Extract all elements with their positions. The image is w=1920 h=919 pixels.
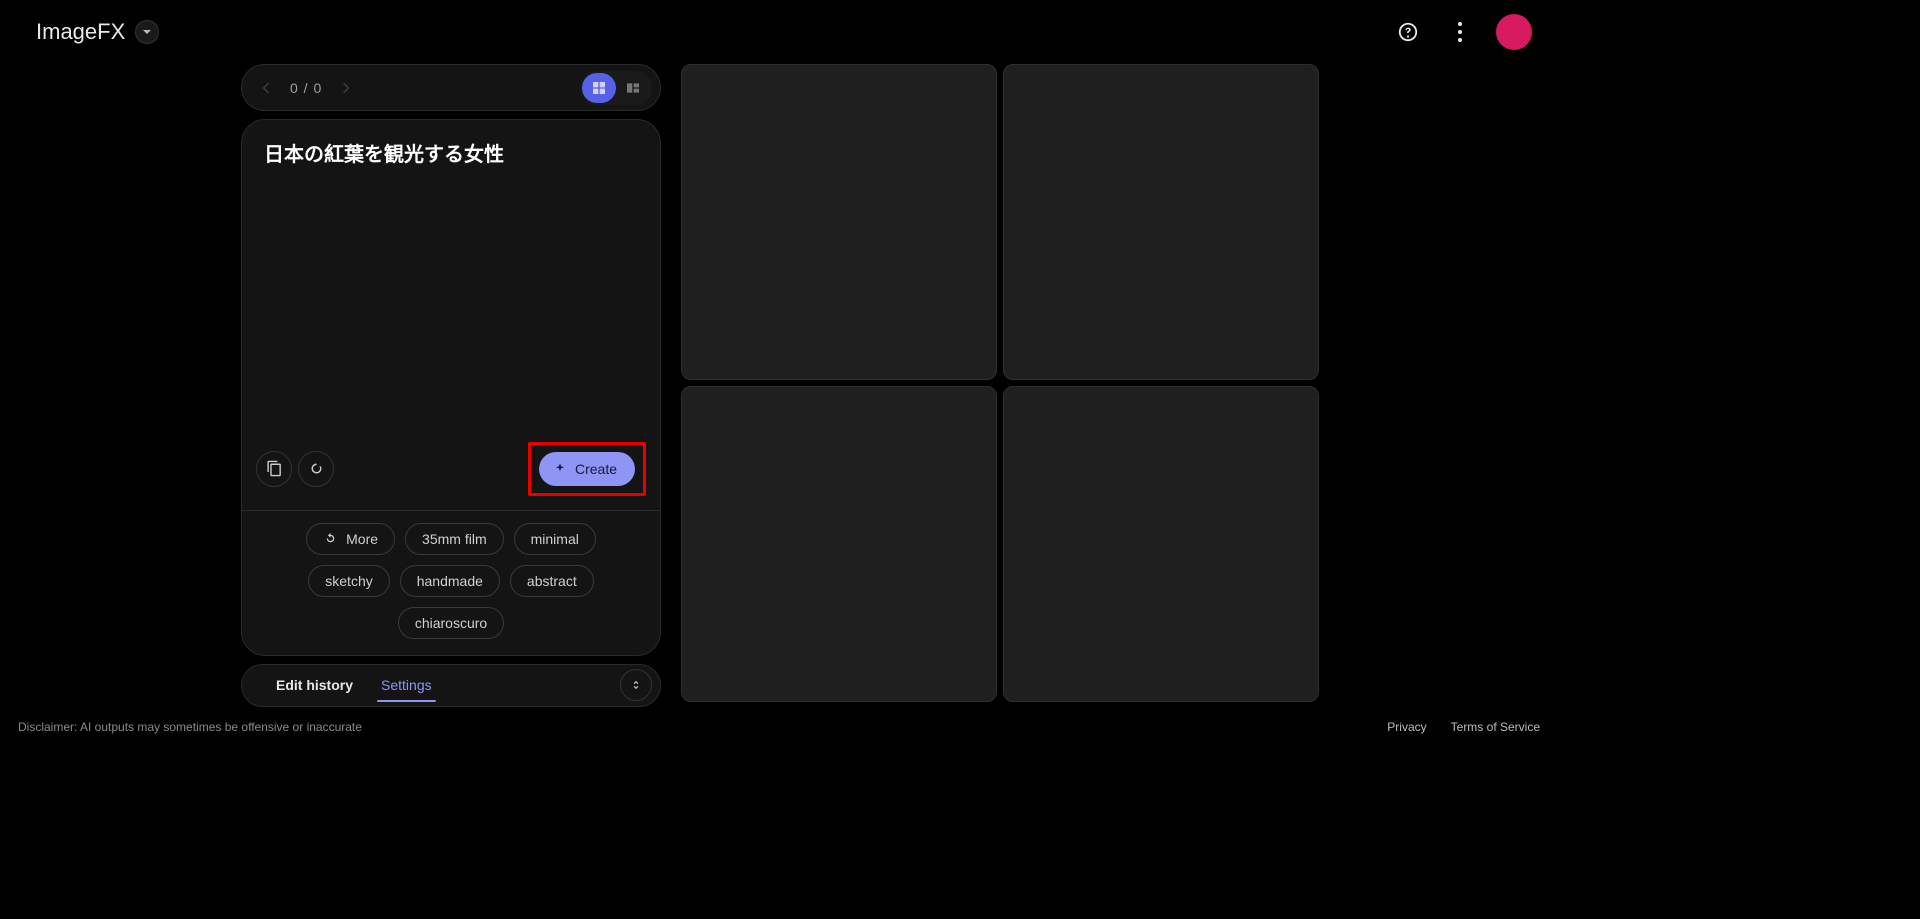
privacy-link[interactable]: Privacy xyxy=(1387,720,1426,734)
refresh-icon xyxy=(308,460,325,477)
topbar-right xyxy=(1392,14,1532,50)
kebab-icon xyxy=(1458,22,1462,26)
caret-down-icon xyxy=(142,27,152,37)
create-button[interactable]: Create xyxy=(539,452,635,486)
style-chip[interactable]: minimal xyxy=(514,523,596,555)
image-slot[interactable] xyxy=(1003,64,1319,380)
top-bar: ImageFX xyxy=(0,0,1560,64)
tab-edit-history[interactable]: Edit history xyxy=(262,665,367,706)
left-column: 0 / 0 日本の紅葉を観光する女性 xyxy=(241,64,661,707)
create-label: Create xyxy=(575,461,617,477)
style-chip[interactable]: handmade xyxy=(400,565,500,597)
style-chip[interactable]: abstract xyxy=(510,565,594,597)
help-button[interactable] xyxy=(1392,16,1424,48)
expand-button[interactable] xyxy=(620,669,652,701)
help-icon xyxy=(1397,21,1419,43)
history-count: 0 / 0 xyxy=(290,80,322,96)
history-prev-button[interactable] xyxy=(256,78,276,98)
more-label: More xyxy=(346,531,378,547)
copy-icon xyxy=(266,460,283,477)
grid-view-button[interactable] xyxy=(582,73,616,103)
arrow-right-icon xyxy=(338,80,354,96)
content: 0 / 0 日本の紅葉を観光する女性 xyxy=(0,64,1560,707)
bottom-tabs: Edit history Settings xyxy=(241,664,661,707)
image-slot[interactable] xyxy=(681,64,997,380)
brand-dropdown[interactable] xyxy=(135,20,159,44)
refresh-button[interactable] xyxy=(298,451,334,487)
prompt-footer: Create xyxy=(242,432,660,510)
history-next-button[interactable] xyxy=(336,78,356,98)
image-grid xyxy=(681,64,1319,707)
style-chip[interactable]: sketchy xyxy=(308,565,389,597)
footer: Disclaimer: AI outputs may sometimes be … xyxy=(0,707,1560,747)
tos-link[interactable]: Terms of Service xyxy=(1451,720,1540,734)
image-slot[interactable] xyxy=(681,386,997,702)
copy-button[interactable] xyxy=(256,451,292,487)
image-slot[interactable] xyxy=(1003,386,1319,702)
compare-view-button[interactable] xyxy=(616,73,650,103)
workspace: 0 / 0 日本の紅葉を観光する女性 xyxy=(241,64,1319,707)
reload-icon xyxy=(323,531,338,546)
sparkle-icon xyxy=(553,462,567,476)
prompt-input[interactable]: 日本の紅葉を観光する女性 xyxy=(242,120,660,431)
view-toggle xyxy=(580,71,652,105)
prompt-card: 日本の紅葉を観光する女性 Create xyxy=(241,119,661,655)
compare-icon xyxy=(625,80,641,96)
history-nav: 0 / 0 xyxy=(241,64,661,111)
brand-name: ImageFX xyxy=(36,19,125,45)
grid-icon xyxy=(591,80,607,96)
style-chip[interactable]: 35mm film xyxy=(405,523,504,555)
arrow-left-icon xyxy=(258,80,274,96)
more-menu-button[interactable] xyxy=(1444,16,1476,48)
footer-links: Privacy Terms of Service xyxy=(1387,720,1540,734)
create-highlight: Create xyxy=(528,442,646,496)
avatar[interactable] xyxy=(1496,14,1532,50)
history-arrows: 0 / 0 xyxy=(256,78,356,98)
style-chips: More 35mm film minimal sketchy handmade … xyxy=(242,511,660,655)
unfold-icon xyxy=(629,678,643,692)
more-chip[interactable]: More xyxy=(306,523,395,555)
disclaimer: Disclaimer: AI outputs may sometimes be … xyxy=(18,720,362,734)
tab-settings[interactable]: Settings xyxy=(367,665,446,706)
brand[interactable]: ImageFX xyxy=(36,19,159,45)
style-chip[interactable]: chiaroscuro xyxy=(398,607,504,639)
